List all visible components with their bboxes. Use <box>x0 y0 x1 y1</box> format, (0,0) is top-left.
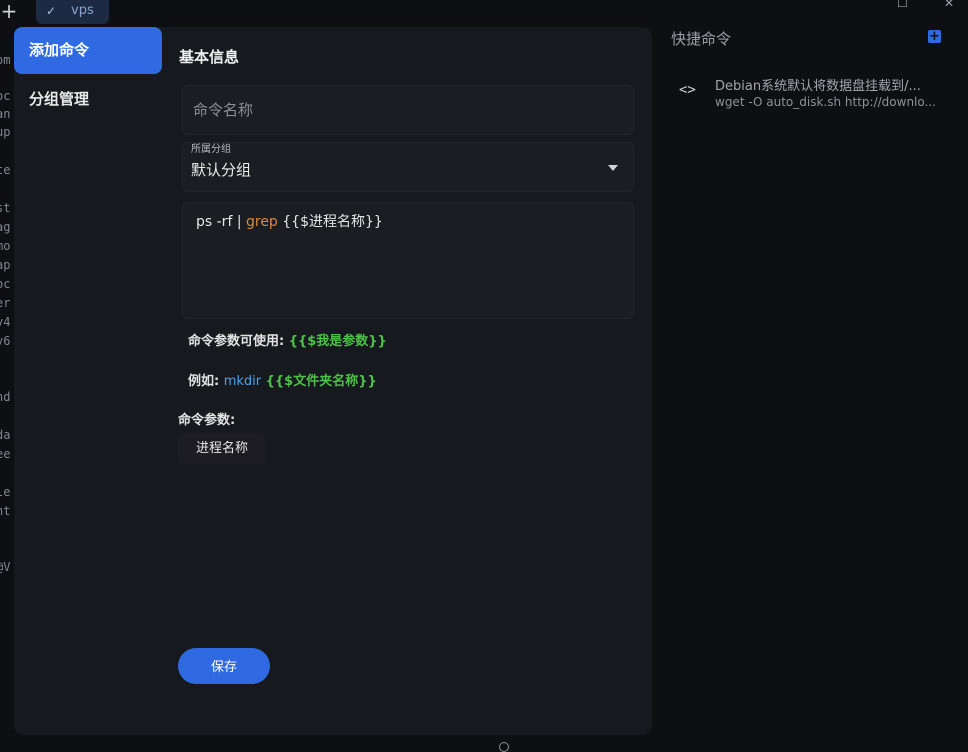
group-select[interactable]: 所属分组 默认分组 <box>182 142 634 192</box>
quick-command-item[interactable]: <> Debian系统默认将数据盘挂载到/... wget -O auto_di… <box>672 72 944 116</box>
sidebar-item-label: 添加命令 <box>29 41 90 59</box>
sidebar-item-add-command[interactable]: 添加命令 <box>14 27 162 74</box>
plus-icon: + <box>0 0 18 23</box>
add-quick-command-button[interactable]: + <box>928 30 941 43</box>
params-label: 命令参数: <box>178 413 236 428</box>
tab-label: vps <box>71 3 94 18</box>
section-title: 基本信息 <box>179 48 240 66</box>
terminal-background: om oc an up te st ag mo ap oc er v4 v6 n… <box>0 0 14 747</box>
add-command-dialog: 添加命令 分组管理 基本信息 所属分组 默认分组 ps -rf | grep {… <box>14 27 652 735</box>
group-value: 默认分组 <box>191 161 252 179</box>
tab-vps[interactable]: ✓ vps <box>36 0 109 24</box>
terminal-text: nd <box>0 390 11 404</box>
command-text: ps -rf | grep {{$进程名称}} <box>196 211 383 231</box>
terminal-text: oc <box>0 277 11 291</box>
terminal-text: v6 <box>0 334 11 348</box>
check-icon: ✓ <box>46 4 57 18</box>
terminal-text: er <box>0 296 11 310</box>
sidebar-item-group-management[interactable]: 分组管理 <box>14 76 162 123</box>
command-name-field <box>182 85 634 135</box>
terminal-text: oc <box>0 89 11 103</box>
terminal-text: st <box>0 201 11 215</box>
dropdown-caret-icon <box>608 165 618 171</box>
terminal-text: te <box>0 163 11 177</box>
example-hint-param: {{$文件夹名称}} <box>261 374 377 389</box>
quick-commands-title: 快捷命令 <box>671 30 732 48</box>
code-icon: <> <box>679 82 696 98</box>
example-hint: 例如: mkdir {{$文件夹名称}} <box>188 370 377 389</box>
terminal-text: le <box>0 485 11 499</box>
sidebar-item-label: 分组管理 <box>29 90 90 108</box>
terminal-text: @V <box>0 560 11 574</box>
terminal-text: ap <box>0 258 11 272</box>
quick-command-title: Debian系统默认将数据盘挂载到/... <box>715 79 921 94</box>
param-chip[interactable]: 进程名称 <box>178 433 266 464</box>
terminal-text: om <box>0 53 11 67</box>
terminal-text: ee <box>0 447 11 461</box>
terminal-text: v4 <box>0 315 11 329</box>
new-tab-button[interactable]: + <box>0 0 18 24</box>
example-hint-command: mkdir <box>223 374 262 389</box>
command-editor[interactable]: ps -rf | grep {{$进程名称}} <box>182 202 634 319</box>
maximize-icon[interactable]: ☐ <box>897 0 908 10</box>
quick-command-text: wget -O auto_disk.sh http://downlo... <box>715 95 936 109</box>
terminal-text: up <box>0 125 11 139</box>
params-hint-text: 命令参数可使用: <box>188 334 289 349</box>
terminal-text: mo <box>0 239 11 253</box>
terminal-text: an <box>0 107 11 121</box>
terminal-text: nt <box>0 504 11 518</box>
close-icon[interactable]: ✕ <box>944 0 954 10</box>
example-hint-text: 例如: <box>188 374 224 389</box>
plus-icon: + <box>929 29 940 44</box>
save-button[interactable]: 保存 <box>178 648 270 684</box>
params-hint: 命令参数可使用: {{$我是参数}} <box>188 330 387 349</box>
terminal-text: ag <box>0 220 11 234</box>
resize-handle-icon <box>499 742 509 752</box>
command-name-input[interactable] <box>183 86 633 134</box>
command-part: ps -rf | <box>196 214 246 230</box>
group-label: 所属分组 <box>191 144 231 155</box>
params-hint-example: {{$我是参数}} <box>288 334 387 349</box>
terminal-text: da <box>0 428 11 442</box>
command-param: {{$进程名称}} <box>277 214 383 230</box>
command-keyword: grep <box>245 214 278 230</box>
